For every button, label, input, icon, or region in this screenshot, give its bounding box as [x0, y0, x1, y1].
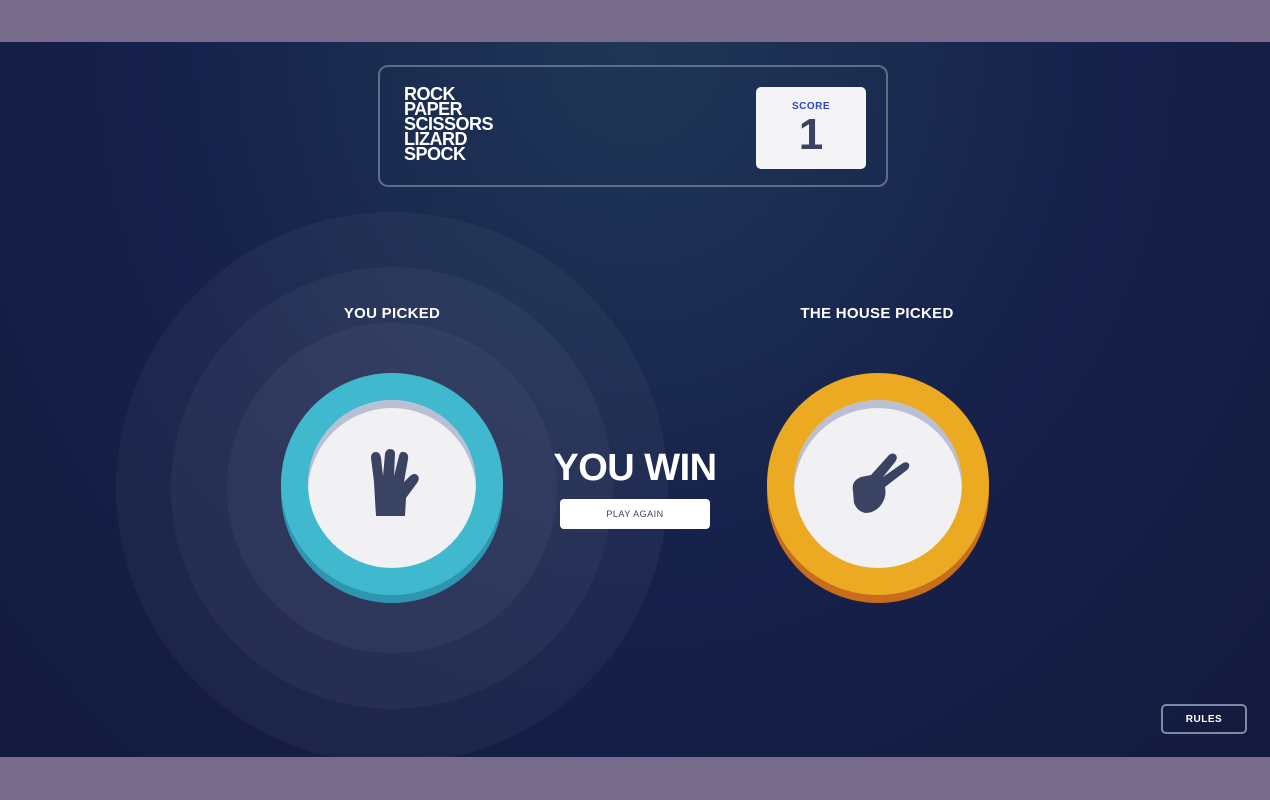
game-stage: ROCK PAPER SCISSORS LIZARD SPOCK SCORE 1… — [0, 42, 1270, 757]
score-box: SCORE 1 — [756, 87, 866, 169]
score-value: 1 — [798, 110, 824, 159]
player-token-face — [308, 400, 476, 568]
score-header: ROCK PAPER SCISSORS LIZARD SPOCK SCORE 1 — [378, 65, 888, 187]
spock-hand-icon — [371, 449, 419, 516]
game-title: ROCK PAPER SCISSORS LIZARD SPOCK — [404, 85, 494, 164]
house-picked-label: THE HOUSE PICKED — [800, 305, 954, 322]
result-text: YOU WIN — [553, 447, 717, 489]
rules-button[interactable]: RULES — [1161, 704, 1247, 734]
scissors-hand-icon — [852, 453, 910, 513]
house-token-scissors — [767, 373, 989, 595]
player-token-spock — [281, 373, 503, 595]
play-again-button[interactable]: PLAY AGAIN — [560, 499, 710, 529]
house-token-face — [794, 400, 962, 568]
player-picked-label: YOU PICKED — [343, 305, 441, 322]
title-line: SPOCK — [404, 144, 466, 164]
